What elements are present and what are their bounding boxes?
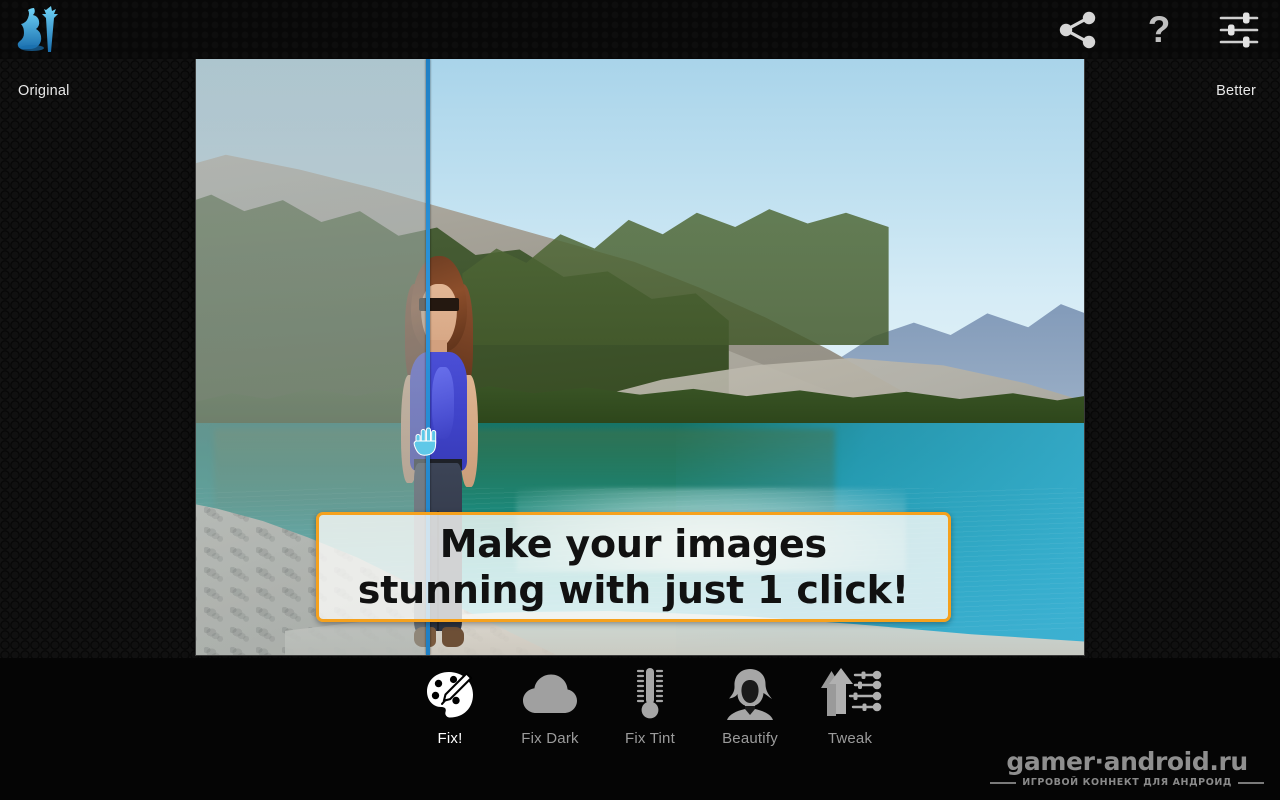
mermaid-trident-logo-icon bbox=[17, 6, 58, 52]
app-logo-icon[interactable] bbox=[12, 4, 64, 54]
thermometer-icon-wrap bbox=[625, 666, 675, 722]
watermark-subtitle: ИГРОВОЙ КОННЕКТ ДЛЯ АНДРОИД bbox=[1022, 777, 1232, 788]
watermark-rule-right bbox=[1238, 781, 1264, 784]
woman-portrait-icon-wrap bbox=[722, 666, 778, 722]
question-mark-icon: ? bbox=[1147, 9, 1171, 50]
woman-portrait-icon bbox=[727, 669, 773, 720]
app-background: ? Original Better Make your images stunn… bbox=[0, 0, 1280, 800]
watermark-title: gamer·android.ru bbox=[1006, 747, 1248, 776]
original-label: Original bbox=[18, 83, 70, 99]
sliders-icon bbox=[1219, 12, 1259, 47]
top-toolbar: ? bbox=[0, 0, 1280, 59]
promo-banner-line1: Make your images bbox=[439, 522, 827, 567]
promo-banner: Make your images stunning with just 1 cl… bbox=[315, 511, 951, 623]
help-button[interactable]: ? bbox=[1126, 0, 1192, 59]
tool-list: Fix! Fix Dark Fix Tint Beautify Tweak bbox=[400, 666, 900, 758]
tool-beautify[interactable]: Beautify bbox=[700, 666, 800, 747]
watermark-subtitle-row: ИГРОВОЙ КОННЕКТ ДЛЯ АНДРОИД bbox=[990, 777, 1264, 788]
better-label: Better bbox=[1216, 83, 1256, 99]
share-icon bbox=[1059, 11, 1096, 48]
cloud-icon bbox=[523, 674, 577, 713]
tool-tweak[interactable]: Tweak bbox=[800, 666, 900, 747]
tool-fix[interactable]: Fix! bbox=[400, 666, 500, 747]
watermark-rule-left bbox=[990, 781, 1017, 784]
person-shoe-right bbox=[442, 627, 464, 647]
cloud-icon-wrap bbox=[521, 666, 579, 722]
site-watermark: gamer·android.ru ИГРОВОЙ КОННЕКТ ДЛЯ АНД… bbox=[990, 748, 1264, 788]
tool-fix-dark[interactable]: Fix Dark bbox=[500, 666, 600, 747]
compare-divider-handle[interactable] bbox=[410, 423, 446, 459]
palette-brush-icon bbox=[427, 672, 473, 718]
thermometer-icon bbox=[636, 668, 664, 719]
tool-fix-tint-label: Fix Tint bbox=[625, 730, 675, 747]
tool-fix-tint[interactable]: Fix Tint bbox=[600, 666, 700, 747]
promo-banner-line2: stunning with just 1 click! bbox=[357, 568, 909, 613]
hand-drag-icon bbox=[413, 427, 437, 456]
arrows-sliders-icon bbox=[821, 668, 882, 716]
arrows-sliders-icon-wrap bbox=[817, 666, 883, 722]
settings-button[interactable] bbox=[1206, 0, 1272, 59]
tool-beautify-label: Beautify bbox=[722, 730, 778, 747]
palette-brush-icon-wrap bbox=[423, 666, 477, 722]
tool-fix-dark-label: Fix Dark bbox=[521, 730, 579, 747]
tool-tweak-label: Tweak bbox=[827, 730, 873, 747]
share-button[interactable] bbox=[1046, 0, 1112, 59]
photo-preview[interactable]: Make your images stunning with just 1 cl… bbox=[196, 59, 1084, 655]
tool-fix-label: Fix! bbox=[437, 730, 463, 747]
